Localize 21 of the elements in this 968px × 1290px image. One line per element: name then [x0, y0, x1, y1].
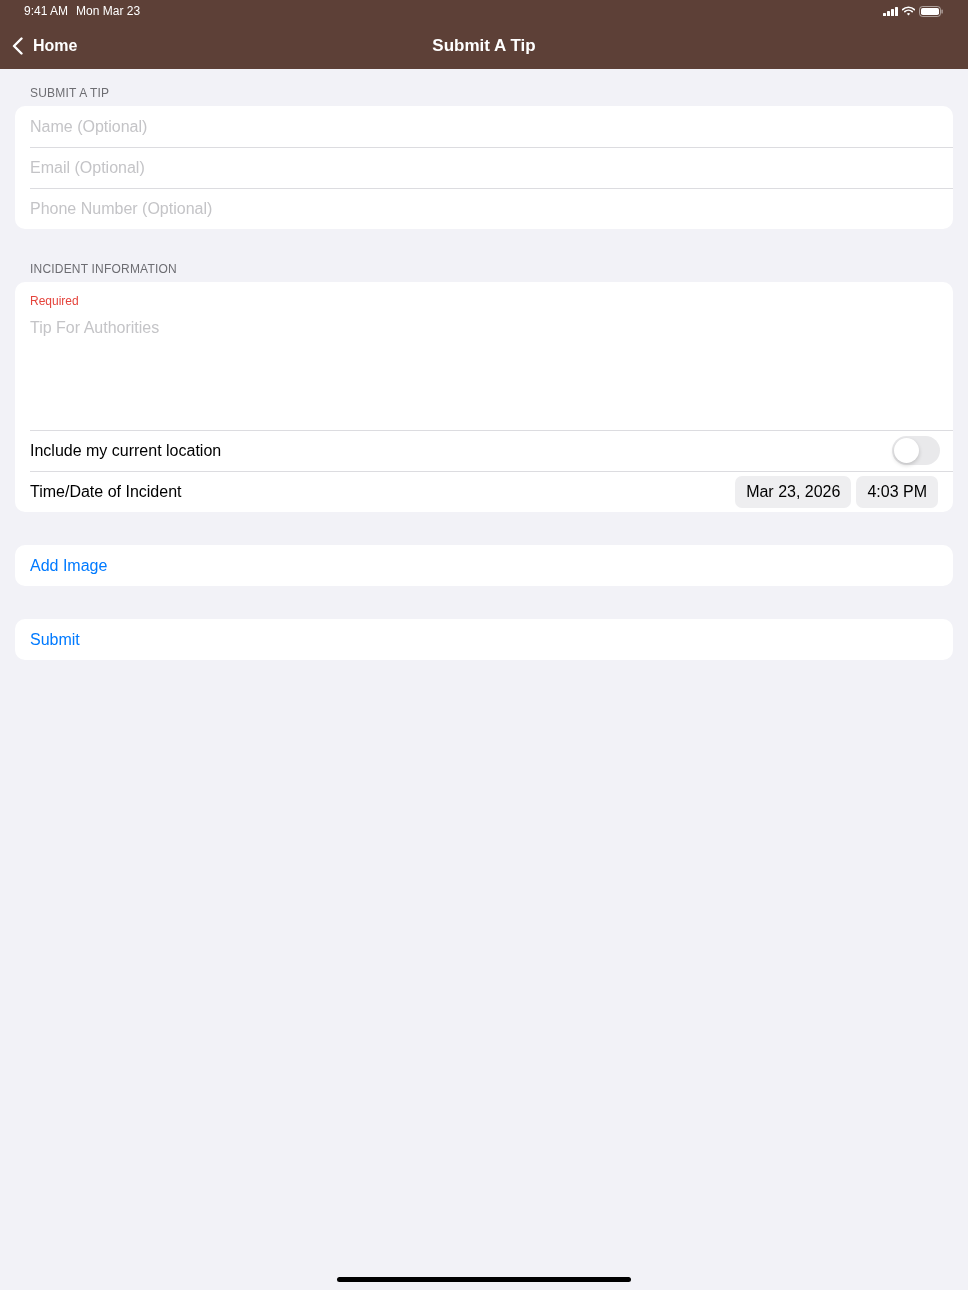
toggle-switch[interactable] [892, 436, 940, 465]
back-button[interactable]: Home [0, 22, 78, 69]
battery-icon [919, 5, 943, 17]
field-note: Required [30, 294, 79, 309]
time-picker-button[interactable]: 4:03 PM [856, 475, 938, 508]
date-picker-button[interactable]: Mar 23, 2026 [735, 475, 852, 508]
signal-icon [883, 6, 898, 16]
field-label: Time/Date of Incident [30, 481, 182, 502]
section-header: SUBMIT A TIP [29, 86, 111, 100]
text-input-field[interactable]: Email (Optional) [15, 147, 953, 188]
status-date: Mon Mar 23 [76, 3, 141, 20]
toggle-label: Include my current location [30, 440, 222, 461]
action-link[interactable]: Add Image [30, 545, 108, 586]
chevron-left-icon [12, 36, 23, 55]
action-link[interactable]: Submit [30, 619, 80, 660]
wifi-icon [902, 6, 915, 16]
text-input-field[interactable]: Name (Optional) [15, 106, 953, 147]
text-input-field[interactable]: Phone Number (Optional) [15, 188, 953, 229]
page-title: Submit A Tip [432, 36, 536, 55]
status-time: 9:41 AM [24, 3, 69, 20]
section-header: INCIDENT INFORMATION [29, 262, 178, 276]
